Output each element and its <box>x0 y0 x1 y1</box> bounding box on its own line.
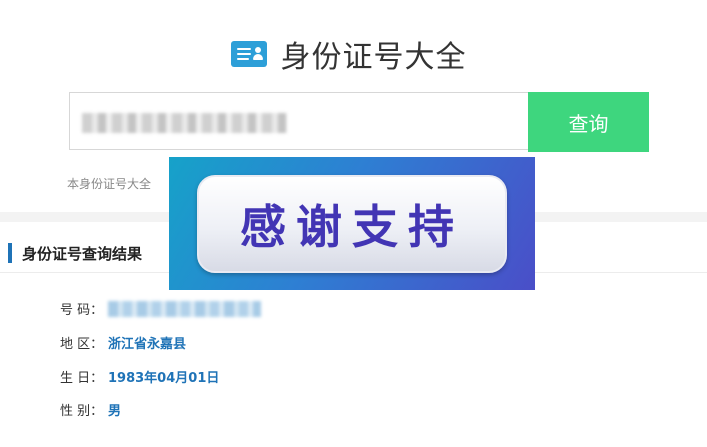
blurred-number-value <box>108 300 261 317</box>
result-row-number: 号 码： <box>60 299 261 318</box>
region-label: 地 区： <box>60 337 104 352</box>
result-row-birthday: 生 日： 1983年04月01日 <box>60 367 219 386</box>
thanks-banner-panel: 感谢支持 <box>197 175 507 273</box>
page: 身份证号大全 查询 本身份证号大全 身份证号查询结果 号 码： 地 区： 浙江省… <box>0 0 707 447</box>
result-section-title: 身份证号查询结果 <box>22 245 143 263</box>
id-number-input[interactable] <box>69 92 528 150</box>
id-card-icon <box>230 41 267 67</box>
page-title: 身份证号大全 <box>280 40 467 75</box>
description-note: 本身份证号大全 <box>67 177 152 191</box>
gender-value: 男 <box>108 404 122 419</box>
blurred-input-value <box>82 113 287 133</box>
query-button[interactable]: 查询 <box>528 92 649 152</box>
gender-label: 性 别： <box>60 404 104 419</box>
thanks-banner: 感谢支持 <box>169 157 535 290</box>
number-label: 号 码： <box>60 303 104 318</box>
region-value: 浙江省永嘉县 <box>108 337 187 352</box>
result-row-gender: 性 别： 男 <box>60 400 121 419</box>
page-header: 身份证号大全 <box>0 32 707 76</box>
birthday-label: 生 日： <box>60 371 104 386</box>
result-row-region: 地 区： 浙江省永嘉县 <box>60 333 186 352</box>
thanks-banner-text: 感谢支持 <box>240 200 464 254</box>
section-accent-bar <box>8 243 12 263</box>
birthday-value: 1983年04月01日 <box>108 371 220 386</box>
